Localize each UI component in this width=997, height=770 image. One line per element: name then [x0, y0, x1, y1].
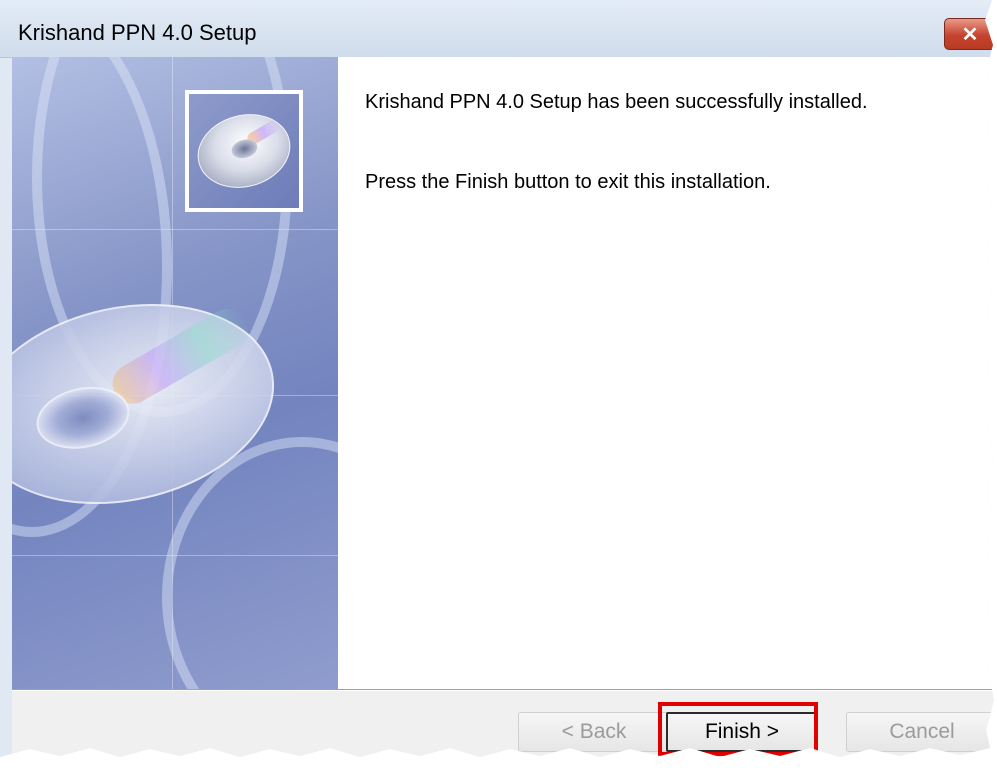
setup-window: Krishand PPN 4.0 Setup ✕ Krishand PPN 4.… — [0, 0, 995, 757]
title-bar[interactable]: Krishand PPN 4.0 Setup ✕ — [0, 0, 995, 58]
wizard-body: Krishand PPN 4.0 Setup has been successf… — [12, 57, 995, 689]
window-title: Krishand PPN 4.0 Setup — [18, 20, 257, 45]
close-icon: ✕ — [961, 23, 979, 46]
close-button[interactable]: ✕ — [944, 18, 995, 50]
finish-highlight-box — [658, 702, 818, 756]
cd-disc-icon — [185, 90, 303, 212]
banner-image — [12, 57, 338, 689]
button-bar: < Back Finish > Cancel — [12, 689, 995, 757]
instruction-message: Press the Finish button to exit this ins… — [365, 171, 771, 193]
cancel-button[interactable]: Cancel — [846, 712, 995, 752]
success-message: Krishand PPN 4.0 Setup has been successf… — [365, 91, 868, 113]
back-button[interactable]: < Back — [518, 712, 670, 752]
